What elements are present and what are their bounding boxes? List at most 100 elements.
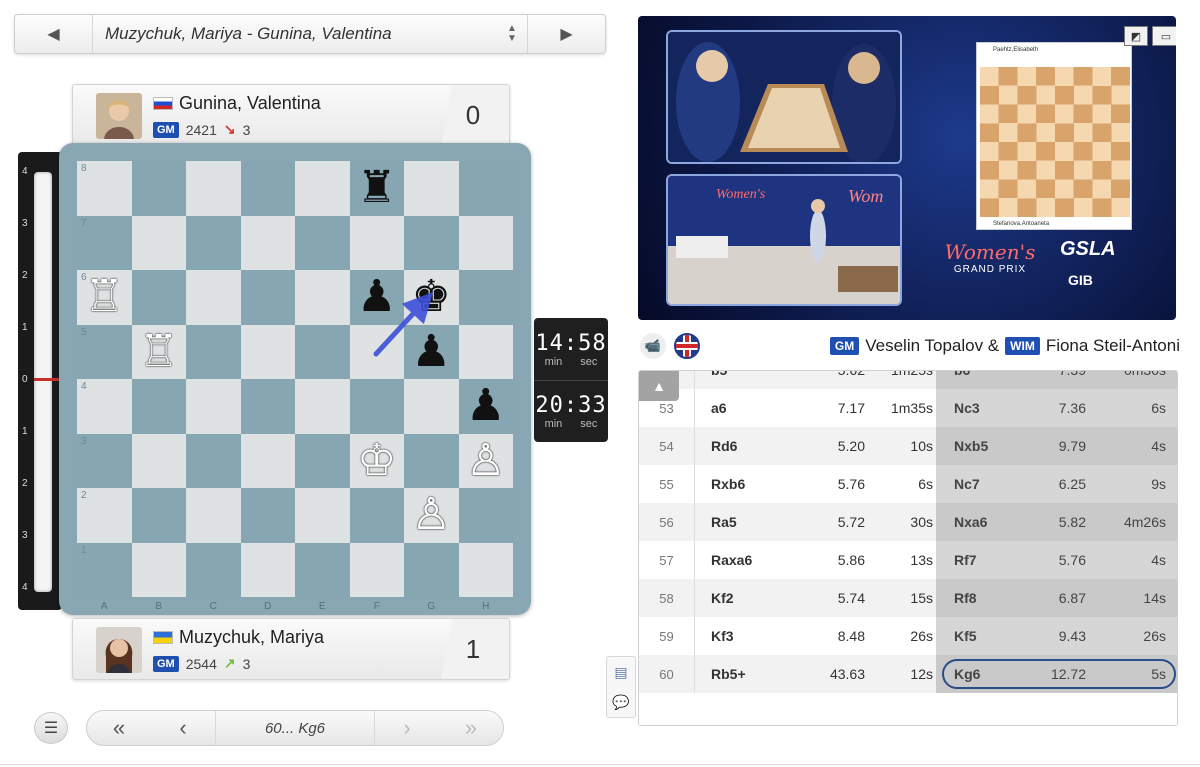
square-c4[interactable] xyxy=(186,379,241,434)
square-h8[interactable] xyxy=(458,161,513,216)
chess-piece[interactable]: ♟ xyxy=(412,329,451,374)
next-game-button[interactable]: ▶ xyxy=(527,15,605,53)
square-e7[interactable] xyxy=(295,215,350,270)
move-list[interactable]: ▲ b5 5.62 1m25s b6 7.39 0m30s 53 a6 7.17 1m35s N… xyxy=(638,370,1178,726)
square-h4[interactable]: ♟ xyxy=(458,379,513,434)
square-f8[interactable]: ♜ xyxy=(349,161,404,216)
move-row[interactable]: 60 Rb5+ 43.63 12s Kg6 12.72 5s xyxy=(639,655,1177,693)
white-move[interactable]: Rd6 xyxy=(695,438,775,454)
square-h1[interactable] xyxy=(458,542,513,597)
square-h3[interactable]: ♙ xyxy=(458,433,513,488)
white-move[interactable]: Kf3 xyxy=(695,628,775,644)
square-f2[interactable] xyxy=(349,488,404,543)
scroll-up-button[interactable]: ▲ xyxy=(639,371,679,401)
uk-flag-icon[interactable] xyxy=(674,333,700,359)
white-move[interactable]: Kf2 xyxy=(695,590,775,606)
square-d4[interactable] xyxy=(240,379,295,434)
square-c5[interactable] xyxy=(186,324,241,379)
square-b2[interactable] xyxy=(131,488,186,543)
move-row[interactable]: 56 Ra5 5.72 30s Nxa6 5.82 4m26s xyxy=(639,503,1177,541)
black-move[interactable]: Nc7 xyxy=(936,476,1016,492)
square-e1[interactable] xyxy=(295,542,350,597)
square-d2[interactable] xyxy=(240,488,295,543)
square-a4[interactable]: 4 xyxy=(77,379,132,434)
black-move[interactable]: Kf5 xyxy=(936,628,1016,644)
menu-button[interactable]: ☰ xyxy=(34,712,68,744)
square-a1[interactable]: 1 xyxy=(77,542,132,597)
move-row[interactable]: 55 Rxb6 5.76 6s Nc7 6.25 9s xyxy=(639,465,1177,503)
black-move[interactable]: Nxb5 xyxy=(936,438,1016,454)
square-g1[interactable] xyxy=(404,542,459,597)
square-e4[interactable] xyxy=(295,379,350,434)
camera-icon[interactable]: 📹 xyxy=(640,333,666,359)
square-h2[interactable] xyxy=(458,488,513,543)
white-move[interactable]: Raxa6 xyxy=(695,552,775,568)
chess-piece[interactable]: ♔ xyxy=(357,438,396,483)
black-move[interactable]: Nc3 xyxy=(936,400,1016,416)
square-h7[interactable] xyxy=(458,215,513,270)
square-e3[interactable] xyxy=(295,433,350,488)
move-row-partial[interactable]: b5 5.62 1m25s b6 7.39 0m30s xyxy=(639,371,1177,389)
square-a3[interactable]: 3 xyxy=(77,433,132,488)
square-b8[interactable] xyxy=(131,161,186,216)
move-row[interactable]: 57 Raxa6 5.86 13s Rf7 5.76 4s xyxy=(639,541,1177,579)
chess-board[interactable]: 8 ♜ 7 ♖ 6 ♟ ♚ 5 ♖ ♟ 4 ♟ 3 ♔ ♙ 2 ♙ 1 A B C D E F G H xyxy=(77,161,513,612)
square-c2[interactable] xyxy=(186,488,241,543)
square-c3[interactable] xyxy=(186,433,241,488)
chess-piece[interactable]: ♙ xyxy=(466,438,505,483)
square-h5[interactable] xyxy=(458,324,513,379)
square-g7[interactable] xyxy=(404,215,459,270)
chess-piece[interactable]: ♙ xyxy=(412,493,451,537)
square-b4[interactable] xyxy=(131,379,186,434)
black-move[interactable]: Rf7 xyxy=(936,552,1016,568)
square-f6[interactable]: ♟ xyxy=(349,270,404,325)
video-player[interactable]: Women's Wom Paehtz,Elisabeth Stefanova,A… xyxy=(638,16,1176,320)
previous-game-button[interactable]: ◀ xyxy=(15,15,93,53)
move-row[interactable]: 53 a6 7.17 1m35s Nc3 7.36 6s xyxy=(639,389,1177,427)
chess-piece[interactable]: ♜ xyxy=(357,166,396,210)
square-f5[interactable] xyxy=(349,324,404,379)
next-move-button[interactable]: › xyxy=(375,711,439,745)
square-e8[interactable] xyxy=(295,161,350,216)
square-g6[interactable]: ♚ xyxy=(404,270,459,325)
white-move[interactable]: a6 xyxy=(695,400,775,416)
square-b5[interactable]: ♖ xyxy=(131,324,186,379)
square-c8[interactable] xyxy=(186,161,241,216)
white-move[interactable]: Rxb6 xyxy=(695,476,775,492)
square-g5[interactable]: ♟ xyxy=(404,324,459,379)
chat-icon[interactable]: 💬 xyxy=(612,694,629,711)
notation-list-icon[interactable]: ▤ xyxy=(614,664,627,681)
minimize-video-button[interactable]: ◩ xyxy=(1124,26,1148,46)
square-d7[interactable] xyxy=(240,215,295,270)
square-d6[interactable] xyxy=(240,270,295,325)
square-h6[interactable] xyxy=(458,270,513,325)
white-move[interactable]: Ra5 xyxy=(695,514,775,530)
square-d1[interactable] xyxy=(240,542,295,597)
chess-piece[interactable]: ♟ xyxy=(466,384,505,428)
square-f1[interactable] xyxy=(349,542,404,597)
square-c1[interactable] xyxy=(186,542,241,597)
square-e2[interactable] xyxy=(295,488,350,543)
square-g8[interactable] xyxy=(404,161,459,216)
square-a5[interactable]: 5 xyxy=(77,324,132,379)
square-e5[interactable] xyxy=(295,324,350,379)
move-row[interactable]: 58 Kf2 5.74 15s Rf8 6.87 14s xyxy=(639,579,1177,617)
chess-piece[interactable]: ♖ xyxy=(85,275,124,319)
square-d8[interactable] xyxy=(240,161,295,216)
square-c6[interactable] xyxy=(186,270,241,325)
square-d3[interactable] xyxy=(240,433,295,488)
chess-piece[interactable]: ♚ xyxy=(412,275,451,319)
chess-piece[interactable]: ♟ xyxy=(357,275,396,319)
move-row[interactable]: 59 Kf3 8.48 26s Kf5 9.43 26s xyxy=(639,617,1177,655)
square-g4[interactable] xyxy=(404,379,459,434)
black-move[interactable]: Rf8 xyxy=(936,590,1016,606)
game-selector[interactable]: ◀ Muzychuk, Mariya - Gunina, Valentina ▲… xyxy=(14,14,606,54)
previous-move-button[interactable]: ‹ xyxy=(151,711,215,745)
square-a8[interactable]: 8 xyxy=(77,161,132,216)
square-c7[interactable] xyxy=(186,215,241,270)
square-b7[interactable] xyxy=(131,215,186,270)
square-g3[interactable] xyxy=(404,433,459,488)
square-b1[interactable] xyxy=(131,542,186,597)
first-move-button[interactable]: « xyxy=(87,711,151,745)
square-b3[interactable] xyxy=(131,433,186,488)
